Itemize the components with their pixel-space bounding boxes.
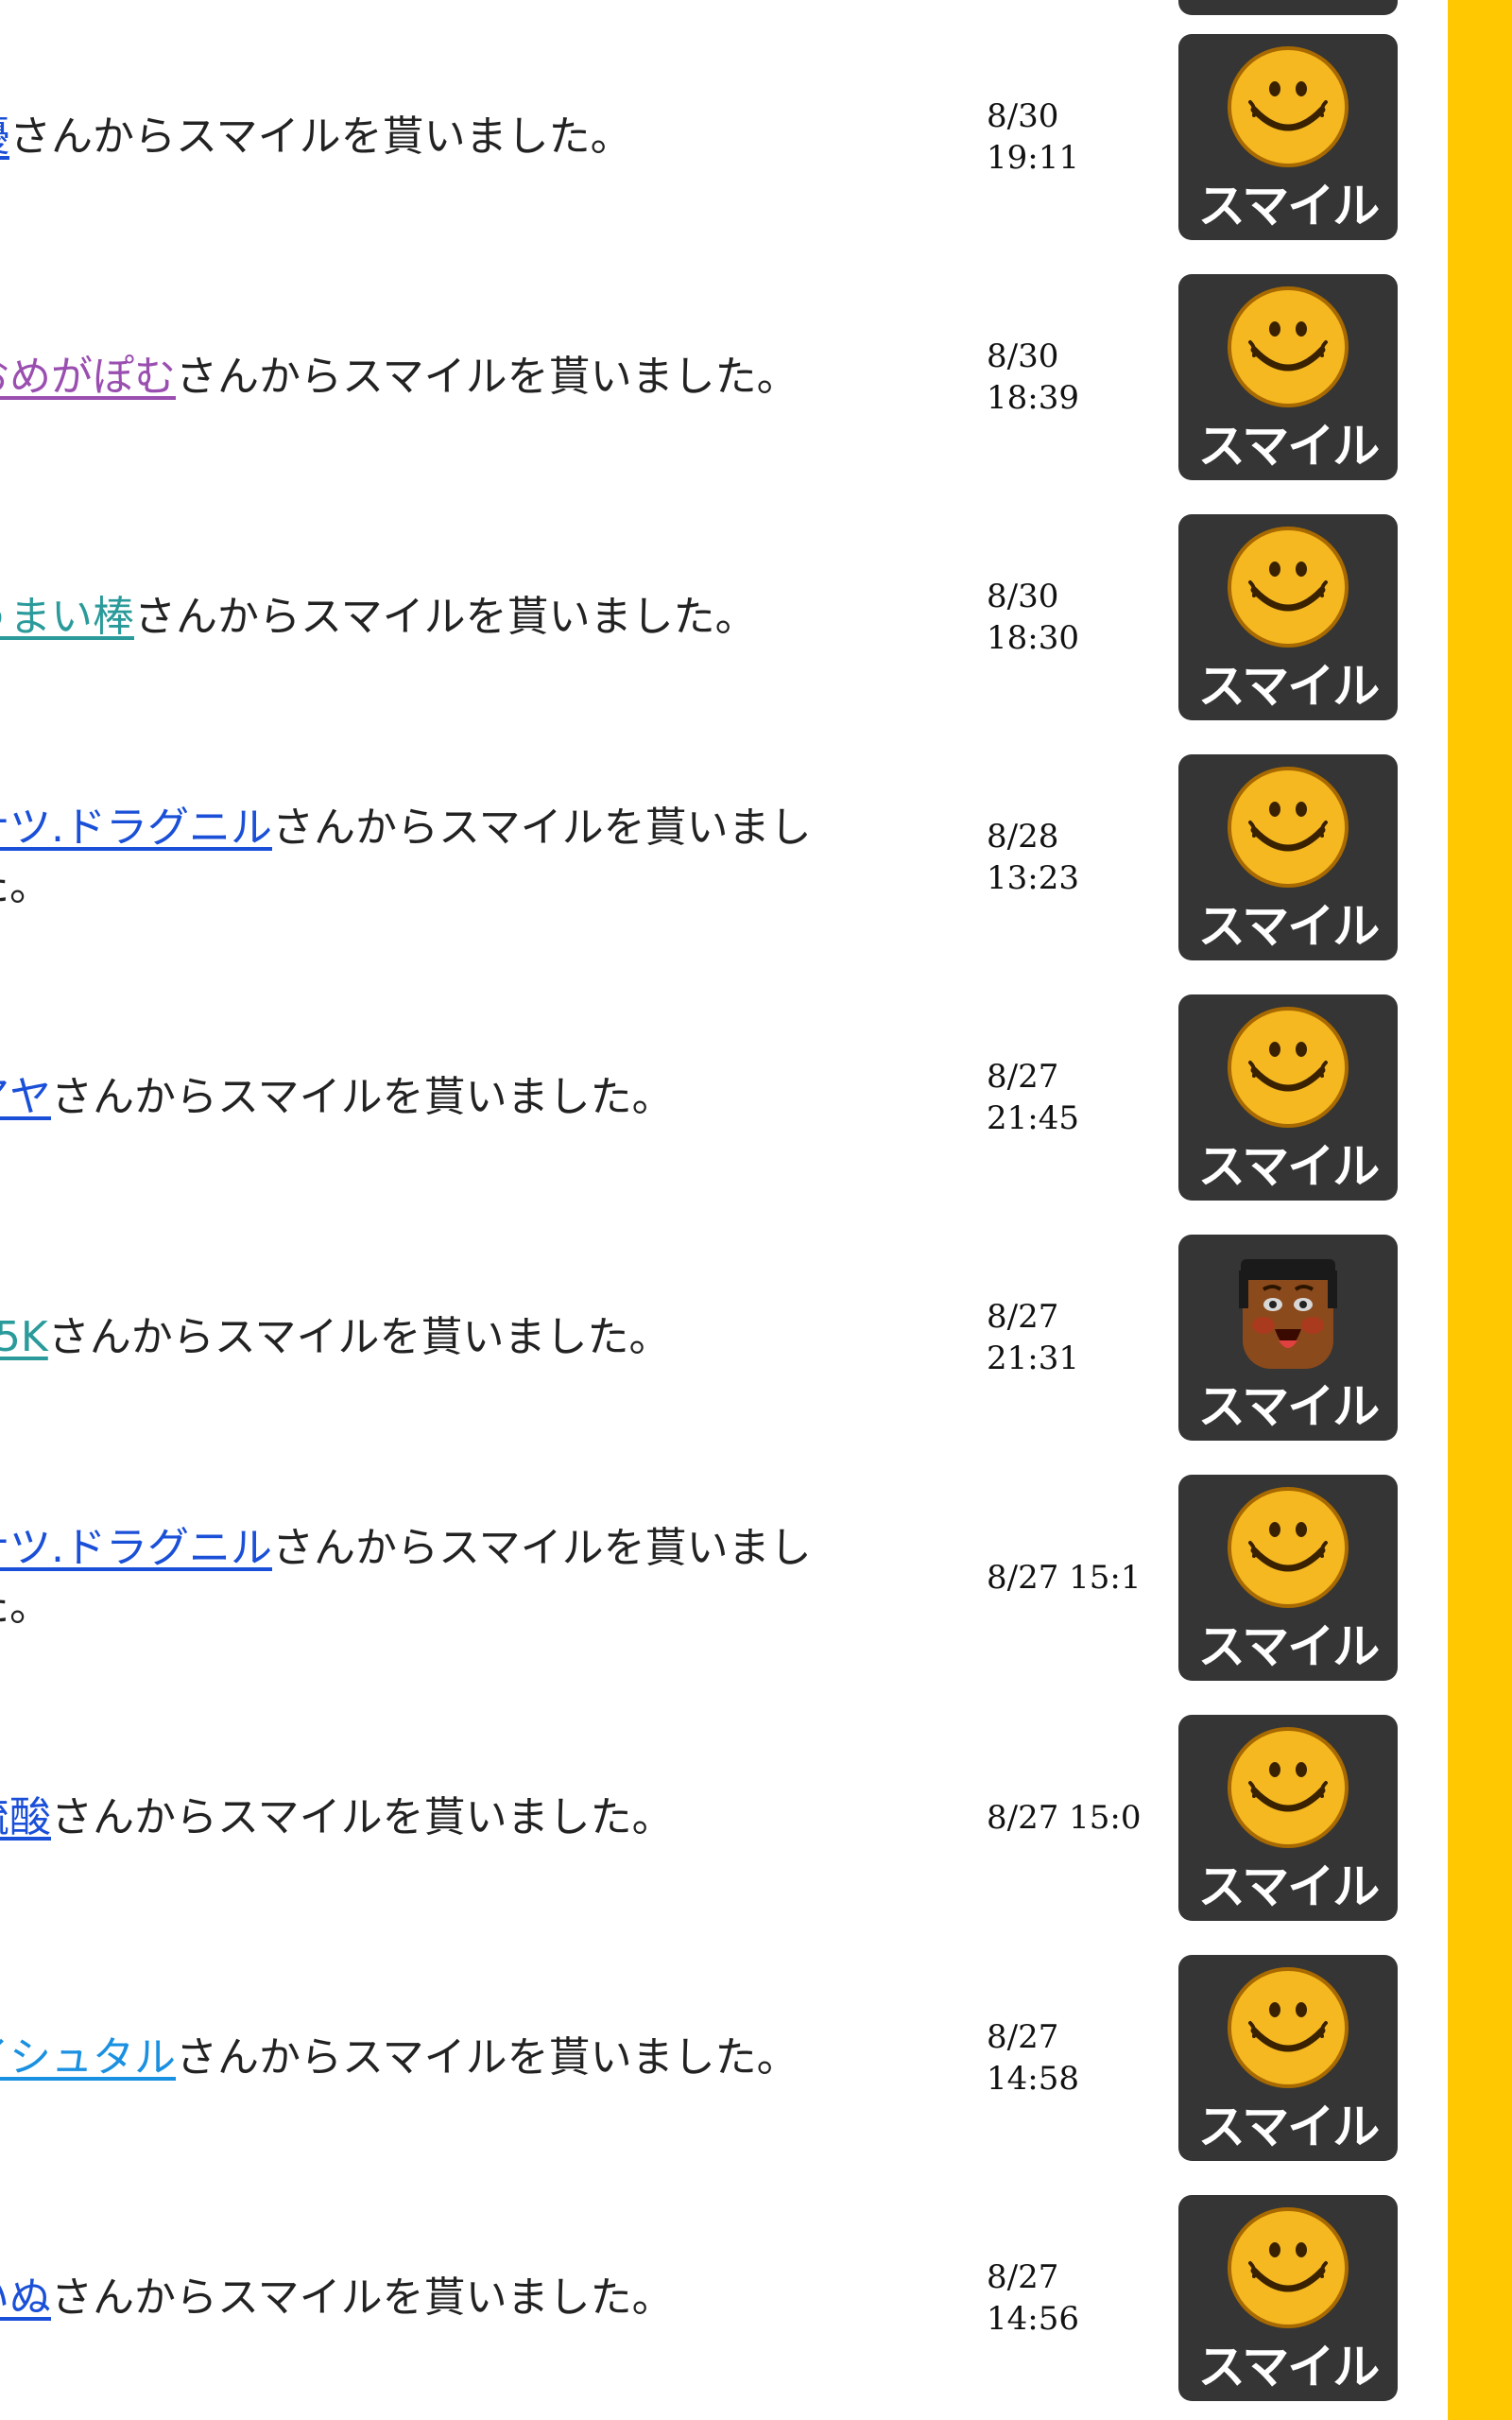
message-suffix: さんからスマイルを貰いました。 [9, 112, 632, 161]
smile-stamp[interactable]: スマイル [1178, 514, 1398, 720]
stamp-label: スマイル [1197, 1379, 1381, 1434]
list-item: ナツ.ドラグニルさんからスマイルを貰いました。 8/27 15:1 スマイル [0, 1458, 1448, 1698]
timestamp: 8/27 15:1 [987, 1458, 1157, 1698]
smile-message: アヤさんからスマイルを貰いました。 [0, 977, 907, 1218]
list-item: うまい棒さんからスマイルを貰いました。 8/3018:30 スマイル [0, 497, 1448, 737]
smile-message: いぬさんからスマイルを貰いました。 [0, 2178, 907, 2418]
message-suffix: さんからスマイルを貰いました。 [134, 593, 757, 641]
message-suffix: さんからスマイルを貰いました。 [51, 2273, 674, 2322]
smile-message-text: 硫酸さんからスマイルを貰いました。 [0, 1789, 875, 1847]
user-link[interactable]: おめがぽむ [0, 353, 176, 401]
smile-message: ナツ.ドラグニルさんからスマイルを貰いました。 [0, 737, 907, 977]
list-item: S5Kさんからスマイルを貰いました。 8/2721:31 スマイル [0, 1218, 1448, 1458]
timestamp-text: 8/27 21:31 [987, 1298, 1079, 1377]
timestamp-text: 8/30 19:11 [987, 97, 1079, 177]
smile-stamp[interactable]: スマイル [1178, 994, 1398, 1201]
smile-message: イシュタルさんからスマイルを貰いました。 [0, 1938, 907, 2178]
timestamp: 8/27 14:58 [987, 1938, 1157, 2178]
smile-stamp[interactable]: スマイル [1178, 1475, 1398, 1681]
timestamp: 8/30 18:30 [987, 497, 1157, 737]
user-link[interactable]: ナツ.ドラグニル [0, 1524, 272, 1572]
smile-stamp[interactable]: スマイル [1178, 1235, 1398, 1441]
timestamp-text: 8/30 18:39 [987, 337, 1079, 417]
smile-message-text: ナツ.ドラグニルさんからスマイルを貰いました。 [0, 1519, 875, 1636]
stamp-label: スマイル [1197, 899, 1381, 954]
smile-message-text: いぬさんからスマイルを貰いました。 [0, 2269, 875, 2327]
user-link[interactable]: S5K [0, 1313, 48, 1361]
smile-message: ナツ.ドラグニルさんからスマイルを貰いました。 [0, 1458, 907, 1698]
smile-message: 優さんからスマイルを貰いました。 [0, 17, 907, 257]
smile-message: おめがぽむさんからスマイルを貰いました。 [0, 257, 907, 497]
stamp-label: スマイル [1197, 2340, 1381, 2394]
user-link[interactable]: ナツ.ドラグニル [0, 804, 272, 852]
timestamp: 8/30 19:11 [987, 17, 1157, 257]
smile-message: S5Kさんからスマイルを貰いました。 [0, 1218, 907, 1458]
previous-smile-stamp[interactable] [1178, 0, 1398, 15]
smile-message: 硫酸さんからスマイルを貰いました。 [0, 1698, 907, 1938]
smile-stamp[interactable]: スマイル [1178, 1715, 1398, 1921]
smile-stamp[interactable]: スマイル [1178, 274, 1398, 480]
stamp-label: スマイル [1197, 659, 1381, 714]
smile-stamp[interactable]: スマイル [1178, 1955, 1398, 2161]
list-item: いぬさんからスマイルを貰いました。 8/2714:56 スマイル [0, 2178, 1448, 2418]
timestamp: 8/28 13:23 [987, 737, 1157, 977]
timestamp-text: 8/30 18:30 [987, 578, 1079, 657]
timestamp: 8/27 21:45 [987, 977, 1157, 1218]
message-suffix: さんからスマイルを貰いました。 [51, 1793, 674, 1841]
smile-stamp[interactable]: スマイル [1178, 34, 1398, 240]
smile-message-text: うまい棒さんからスマイルを貰いました。 [0, 588, 875, 647]
user-link[interactable]: 硫酸 [0, 1793, 51, 1841]
timestamp-text: 8/27 21:45 [987, 1058, 1079, 1137]
smile-message-text: ナツ.ドラグニルさんからスマイルを貰いました。 [0, 799, 875, 916]
timestamp: 8/27 14:56 [987, 2178, 1157, 2418]
timestamp: 8/27 15:0 [987, 1698, 1157, 1938]
smile-message-text: 優さんからスマイルを貰いました。 [0, 108, 875, 166]
stamp-label: スマイル [1197, 419, 1381, 474]
smile-stamp[interactable]: スマイル [1178, 754, 1398, 960]
message-suffix: さんからスマイルを貰いました。 [176, 2033, 799, 2082]
stamp-label: スマイル [1197, 1139, 1381, 1194]
message-suffix: さんからスマイルを貰いました。 [51, 1073, 674, 1121]
smile-stamp[interactable]: スマイル [1178, 2195, 1398, 2401]
stamp-label: スマイル [1197, 179, 1381, 233]
list-item: 硫酸さんからスマイルを貰いました。 8/27 15:0 スマイル [0, 1698, 1448, 1938]
smile-received-list: 優さんからスマイルを貰いました。8/3019:11スマイルおめがぽむさんからスマ… [0, 0, 1448, 2420]
user-link[interactable]: うまい棒 [0, 593, 134, 641]
smile-message-text: おめがぽむさんからスマイルを貰いました。 [0, 348, 875, 406]
timestamp: 8/30 18:39 [987, 257, 1157, 497]
user-link[interactable]: イシュタル [0, 2033, 176, 2082]
user-link[interactable]: 優 [0, 112, 9, 161]
user-link[interactable]: いぬ [0, 2273, 51, 2322]
user-link[interactable]: アヤ [0, 1073, 51, 1121]
message-suffix: さんからスマイルを貰いました。 [47, 1313, 671, 1361]
smile-message-text: S5Kさんからスマイルを貰いました。 [0, 1308, 875, 1367]
list-item: アヤさんからスマイルを貰いました。 8/2721:45 スマイル [0, 977, 1448, 1218]
stamp-label: スマイル [1197, 2100, 1381, 2154]
stamp-label: スマイル [1197, 1619, 1381, 1674]
timestamp-text: 8/27 15:1 [987, 1559, 1142, 1597]
timestamp: 8/27 21:31 [987, 1218, 1157, 1458]
message-suffix: さんからスマイルを貰いました。 [176, 353, 799, 401]
timestamp-text: 8/27 15:0 [987, 1799, 1142, 1837]
list-item: おめがぽむさんからスマイルを貰いました。 8/3018:39 スマイル [0, 257, 1448, 497]
smile-message-text: イシュタルさんからスマイルを貰いました。 [0, 2029, 875, 2087]
stamp-label: スマイル [1197, 1859, 1381, 1914]
list-item: イシュタルさんからスマイルを貰いました。 8/2714:58 スマイル [0, 1938, 1448, 2178]
timestamp-text: 8/28 13:23 [987, 818, 1079, 897]
smile-message: うまい棒さんからスマイルを貰いました。 [0, 497, 907, 737]
list-item: 優さんからスマイルを貰いました。 8/3019:11 スマイル [0, 17, 1448, 257]
timestamp-text: 8/27 14:58 [987, 2018, 1079, 2098]
smile-message-text: アヤさんからスマイルを貰いました。 [0, 1068, 875, 1127]
list-item: ナツ.ドラグニルさんからスマイルを貰いました。 8/2813:23 スマイル [0, 737, 1448, 977]
sidebar-strip [1448, 0, 1512, 2420]
timestamp-text: 8/27 14:56 [987, 2258, 1079, 2338]
